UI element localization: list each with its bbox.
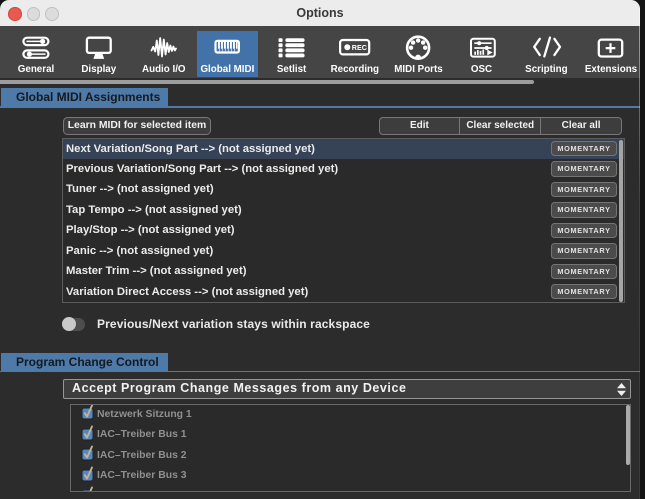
svg-text:REC: REC [352, 43, 367, 52]
